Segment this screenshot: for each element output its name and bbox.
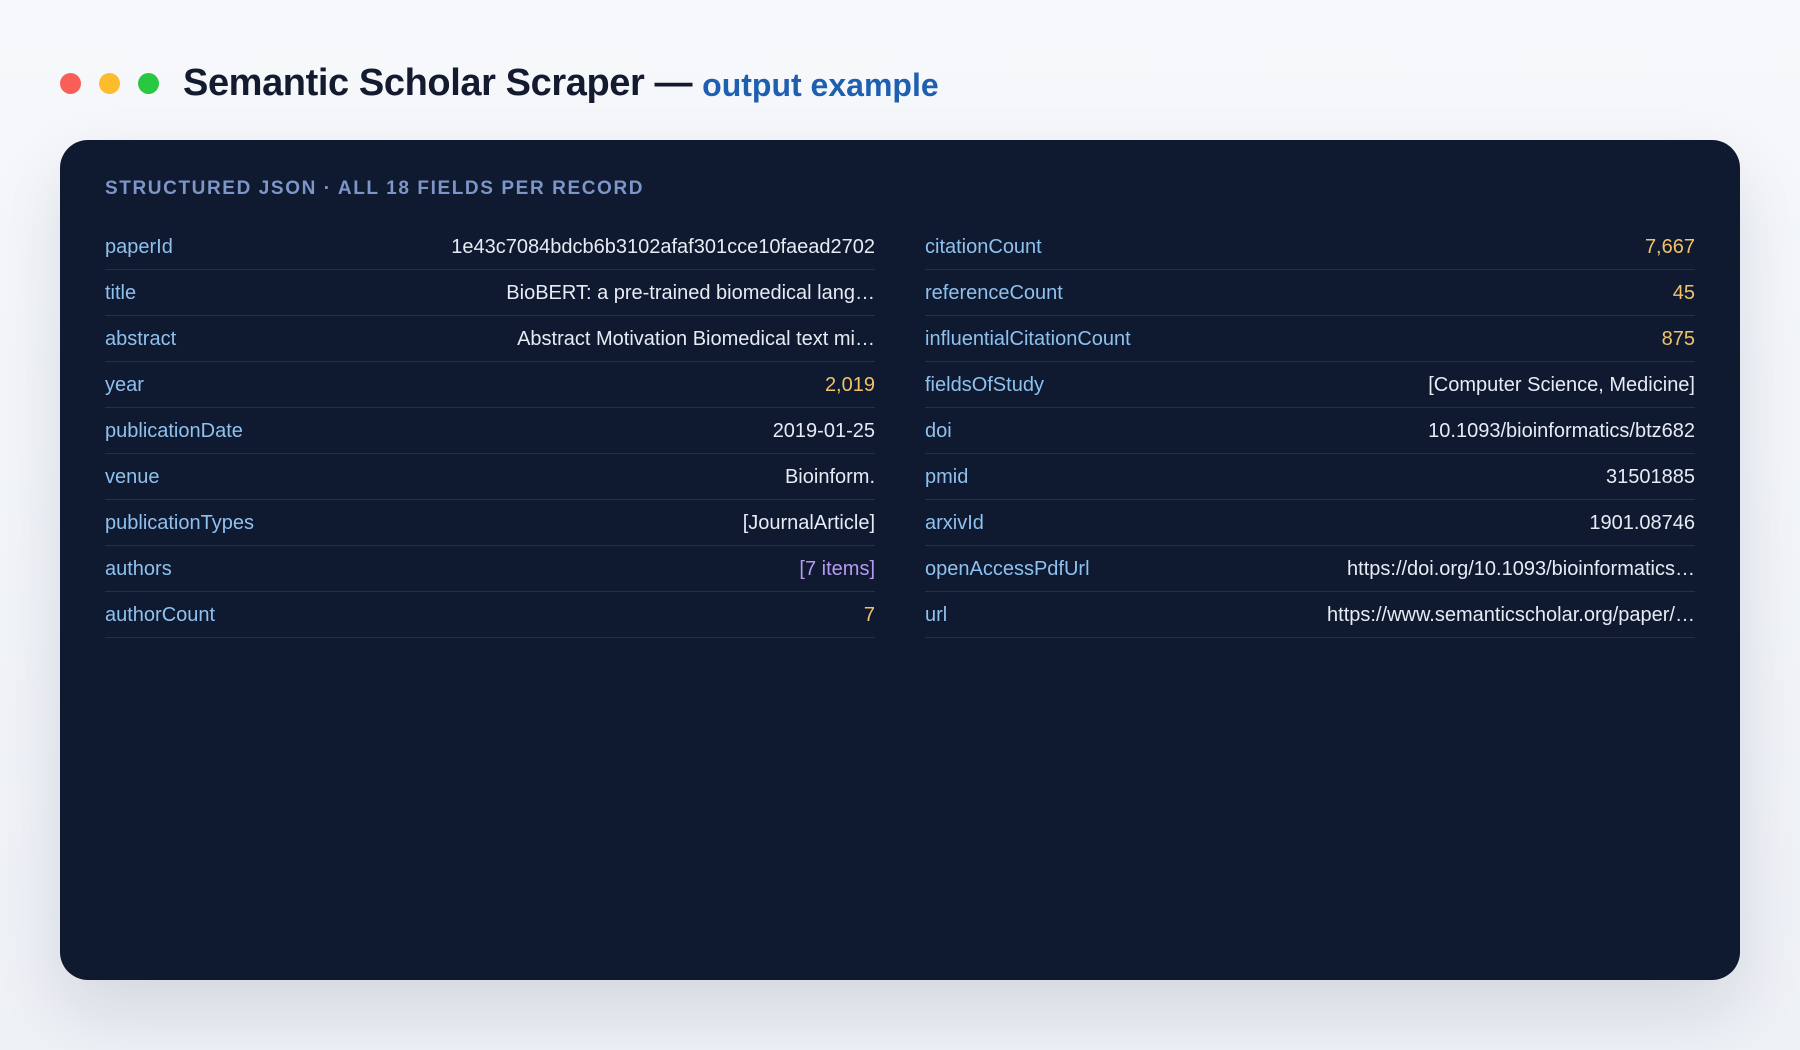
field-key: referenceCount	[925, 281, 1063, 304]
field-value: 1e43c7084bdcb6b3102afaf301cce10faead2702	[451, 235, 875, 258]
field-row: title BioBERT: a pre-trained biomedical l…	[105, 271, 875, 316]
field-row: url https://www.semanticscholar.org/paper…	[925, 593, 1695, 638]
field-key: url	[925, 603, 948, 626]
field-row: publicationDate 2019-01-25	[105, 409, 875, 454]
fields-column-right: citationCount 7,667 referenceCount 45 influe…	[925, 225, 1695, 639]
field-row: fieldsOfStudy [Computer Science, Medicine…	[925, 363, 1695, 408]
field-key: authors	[105, 557, 172, 580]
field-row: authorCount 7	[105, 593, 875, 638]
field-value: 10.1093/bioinformatics/btz682	[1428, 419, 1695, 442]
field-key: arxivId	[925, 511, 984, 534]
field-value: 7,667	[1644, 235, 1695, 258]
field-key: doi	[925, 419, 952, 442]
field-key: publicationDate	[105, 419, 243, 442]
field-key: authorCount	[105, 603, 216, 626]
field-row: paperId 1e43c7084bdcb6b3102afaf301cce10fa…	[105, 225, 875, 270]
field-row: citationCount 7,667	[925, 225, 1695, 270]
field-key: pmid	[925, 465, 969, 488]
field-row: influentialCitationCount 875	[925, 317, 1695, 362]
field-value: https://www.semanticscholar.org/paper/…	[1327, 603, 1695, 626]
field-key: abstract	[105, 327, 177, 350]
field-value: Abstract Motivation Biomedical text mi…	[517, 327, 875, 350]
field-row: referenceCount 45	[925, 271, 1695, 316]
field-key: title	[105, 281, 137, 304]
close-window-dot-icon[interactable]	[60, 72, 81, 94]
field-value: [7 items]	[799, 557, 875, 580]
window-subtitle: output example	[702, 66, 939, 103]
field-value: [Computer Science, Medicine]	[1428, 373, 1695, 396]
field-row: year 2,019	[105, 363, 875, 408]
section-label: STRUCTURED JSON · ALL 18 FIELDS PER RECO…	[105, 178, 645, 199]
field-row: publicationTypes [JournalArticle]	[105, 501, 875, 546]
json-output-card: STRUCTURED JSON · ALL 18 FIELDS PER RECO…	[60, 140, 1740, 980]
field-value: [JournalArticle]	[742, 511, 875, 534]
field-key: influentialCitationCount	[925, 327, 1131, 350]
field-key: year	[105, 373, 144, 396]
field-row: authors [7 items]	[105, 547, 875, 592]
fields-grid: paperId 1e43c7084bdcb6b3102afaf301cce10fa…	[105, 225, 1695, 639]
field-key: publicationTypes	[105, 511, 254, 534]
field-value: 2,019	[824, 373, 875, 396]
field-key: fieldsOfStudy	[925, 373, 1044, 396]
field-row: doi 10.1093/bioinformatics/btz682	[925, 409, 1695, 454]
field-row: venue Bioinform.	[105, 455, 875, 500]
field-row: arxivId 1901.08746	[925, 501, 1695, 546]
window-titlebar: Semantic Scholar Scraper — output exampl…	[60, 58, 939, 108]
field-value: 45	[1672, 281, 1695, 304]
field-key: citationCount	[925, 235, 1042, 258]
minimize-window-dot-icon[interactable]	[99, 72, 120, 94]
field-value: Bioinform.	[784, 465, 875, 488]
field-value: 7	[863, 603, 875, 626]
window-title: Semantic Scholar Scraper —	[183, 61, 693, 104]
field-key: paperId	[105, 235, 173, 258]
maximize-window-dot-icon[interactable]	[138, 72, 159, 94]
field-value: 2019-01-25	[772, 419, 875, 442]
field-key: venue	[105, 465, 160, 488]
field-key: openAccessPdfUrl	[925, 557, 1090, 580]
field-row: openAccessPdfUrl https://doi.org/10.1093/…	[925, 547, 1695, 592]
field-row: pmid 31501885	[925, 455, 1695, 500]
field-value: https://doi.org/10.1093/bioinformatics…	[1347, 557, 1695, 580]
field-value: 875	[1661, 327, 1695, 350]
field-row: abstract Abstract Motivation Biomedical t…	[105, 317, 875, 362]
field-value: BioBERT: a pre-trained biomedical lang…	[506, 281, 875, 304]
fields-column-left: paperId 1e43c7084bdcb6b3102afaf301cce10fa…	[105, 225, 875, 639]
field-value: 31501885	[1606, 465, 1695, 488]
field-value: 1901.08746	[1589, 511, 1695, 534]
